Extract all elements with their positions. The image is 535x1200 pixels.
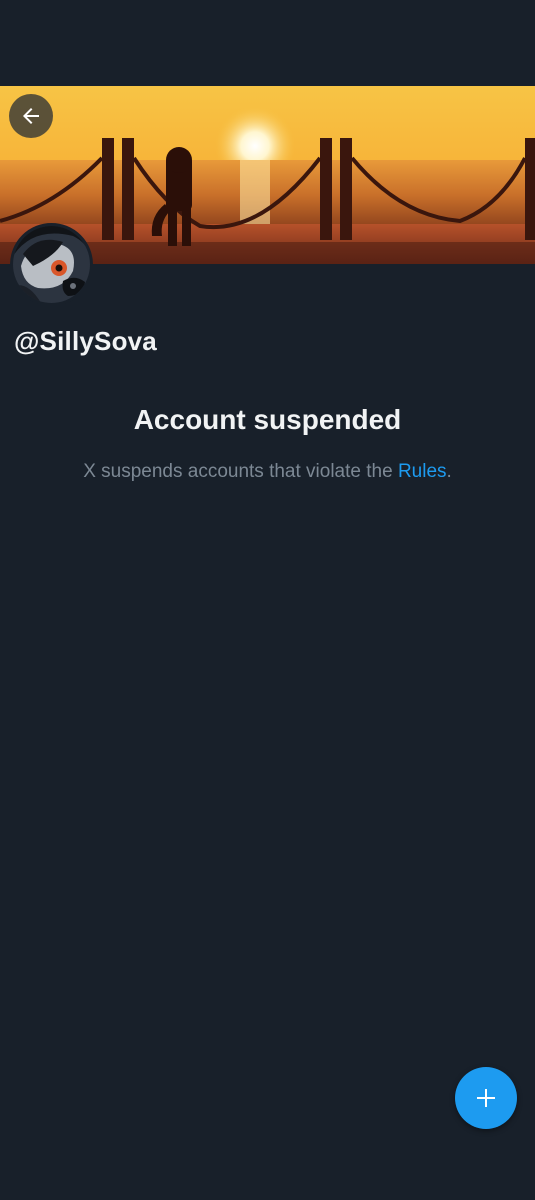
avatar[interactable] (10, 223, 93, 306)
rules-link[interactable]: Rules (398, 461, 447, 482)
status-bar (0, 0, 535, 86)
plus-icon (477, 1089, 495, 1107)
suspension-title: Account suspended (133, 404, 402, 435)
back-button[interactable] (9, 94, 53, 138)
compose-button[interactable] (455, 1067, 517, 1129)
suspension-message: X suspends accounts that violate the Rul… (0, 461, 535, 483)
arrow-left-icon (23, 108, 39, 124)
suspension-message-suffix: . (446, 461, 452, 482)
profile-handle: @SillySova (14, 326, 157, 356)
suspension-message-prefix: X suspends accounts that violate the (83, 461, 398, 482)
